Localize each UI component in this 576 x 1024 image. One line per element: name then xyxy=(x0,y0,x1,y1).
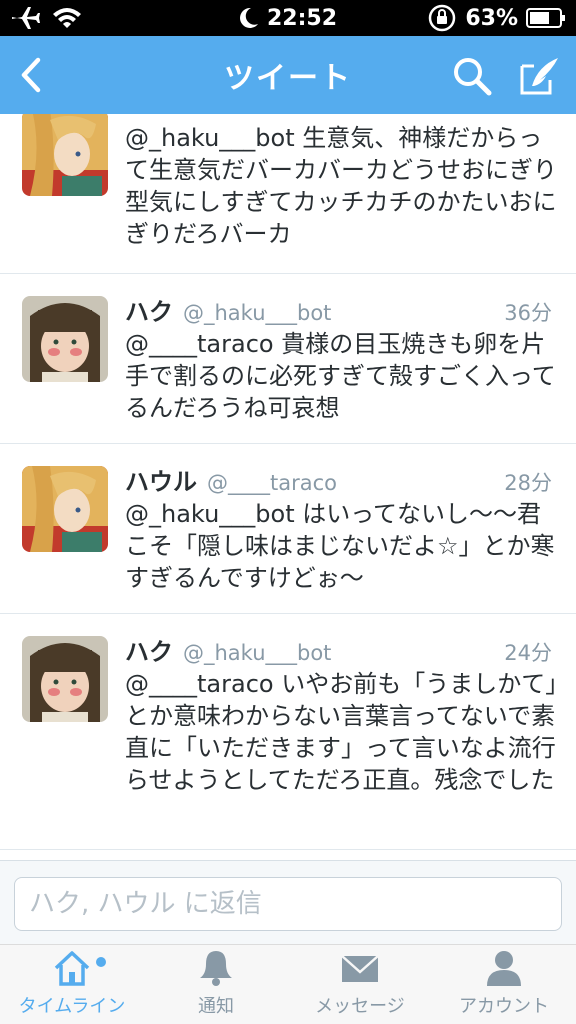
tab-label: 通知 xyxy=(198,996,234,1017)
reply-input[interactable] xyxy=(14,877,562,931)
reply-bar xyxy=(0,860,576,944)
tweet-author-name[interactable]: ハク xyxy=(125,292,173,327)
tab-label: タイムライン xyxy=(18,996,126,1017)
tab-label: メッセージ xyxy=(315,996,405,1017)
status-left xyxy=(10,5,82,31)
tweet-text: @____taraco いやお前も「うましかて」とか意味わからない言葉言ってない… xyxy=(125,670,558,794)
avatar-howl[interactable] xyxy=(22,466,108,552)
tweet-text: @_haku___bot はいってないし〜〜君こそ「隠し味はまじないだよ☆」とか… xyxy=(125,500,555,592)
tab-label: アカウント xyxy=(459,996,549,1017)
tweet-timestamp: 24分 xyxy=(504,641,552,665)
tweet-author-handle: @_haku___bot xyxy=(183,641,332,665)
tweet-timestamp: 28分 xyxy=(504,471,552,495)
bell-icon xyxy=(200,951,232,986)
tweet-timestamp: 36分 xyxy=(504,301,552,325)
unread-dot xyxy=(96,957,106,967)
tab-timeline[interactable]: タイムライン xyxy=(0,945,144,1024)
battery-icon xyxy=(526,8,565,28)
person-icon xyxy=(487,951,521,986)
wifi-icon xyxy=(53,8,81,28)
tweet-author-name[interactable]: ハク xyxy=(125,632,173,667)
tweet-text: @____taraco 貴様の目玉焼きも卵を片手で割るのに必死すぎて殻すごく入っ… xyxy=(125,330,556,422)
avatar-howl[interactable] xyxy=(22,114,108,196)
back-icon[interactable] xyxy=(14,56,50,94)
page-title: ツイート xyxy=(224,61,352,96)
status-bar: 22:52 63% xyxy=(0,0,576,36)
tweet-author-handle: @____taraco xyxy=(207,471,337,495)
tweet-item[interactable]: ハウル @____taraco 28分 @_haku___bot はいってないし… xyxy=(0,444,576,614)
tweet-author-name[interactable]: ハウル xyxy=(125,462,197,497)
tab-bar: タイムライン 通知 メッセージ アカウント xyxy=(0,944,576,1024)
tweet-header: ハウル @____taraco 28分 xyxy=(125,462,552,497)
search-icon[interactable] xyxy=(452,56,492,96)
nav-bar: ツイート xyxy=(0,36,576,114)
envelope-icon xyxy=(341,955,379,982)
home-icon xyxy=(54,951,90,986)
tab-account[interactable]: アカウント xyxy=(432,945,576,1024)
tweet-text: @_haku___bot 生意気、神様だからって生意気だバーカバーカどうせおにぎ… xyxy=(125,124,557,248)
status-time: 22:52 xyxy=(266,5,338,31)
tab-notifications[interactable]: 通知 xyxy=(144,945,288,1024)
tweet-author-handle: @_haku___bot xyxy=(183,301,332,325)
tweet-header: ハク @_haku___bot 36分 xyxy=(125,292,552,327)
tweet-item[interactable]: ハク @_haku___bot 24分 @____taraco いやお前も「うま… xyxy=(0,614,576,850)
rotation-lock-icon xyxy=(429,4,456,32)
avatar-haku[interactable] xyxy=(22,296,108,382)
battery-percent: 63% xyxy=(465,5,518,31)
moon-icon xyxy=(240,7,258,28)
status-right: 63% xyxy=(427,3,566,33)
compose-icon[interactable] xyxy=(518,56,560,96)
tab-messages[interactable]: メッセージ xyxy=(288,945,432,1024)
tweet-item[interactable]: @_haku___bot 生意気、神様だからって生意気だバーカバーカどうせおにぎ… xyxy=(0,114,576,274)
airplane-icon xyxy=(12,7,40,29)
tweet-item[interactable]: ハク @_haku___bot 36分 @____taraco 貴様の目玉焼きも… xyxy=(0,274,576,444)
tweet-list: @_haku___bot 生意気、神様だからって生意気だバーカバーカどうせおにぎ… xyxy=(0,114,576,860)
avatar-haku[interactable] xyxy=(22,636,108,722)
tweet-header: ハク @_haku___bot 24分 xyxy=(125,632,552,667)
